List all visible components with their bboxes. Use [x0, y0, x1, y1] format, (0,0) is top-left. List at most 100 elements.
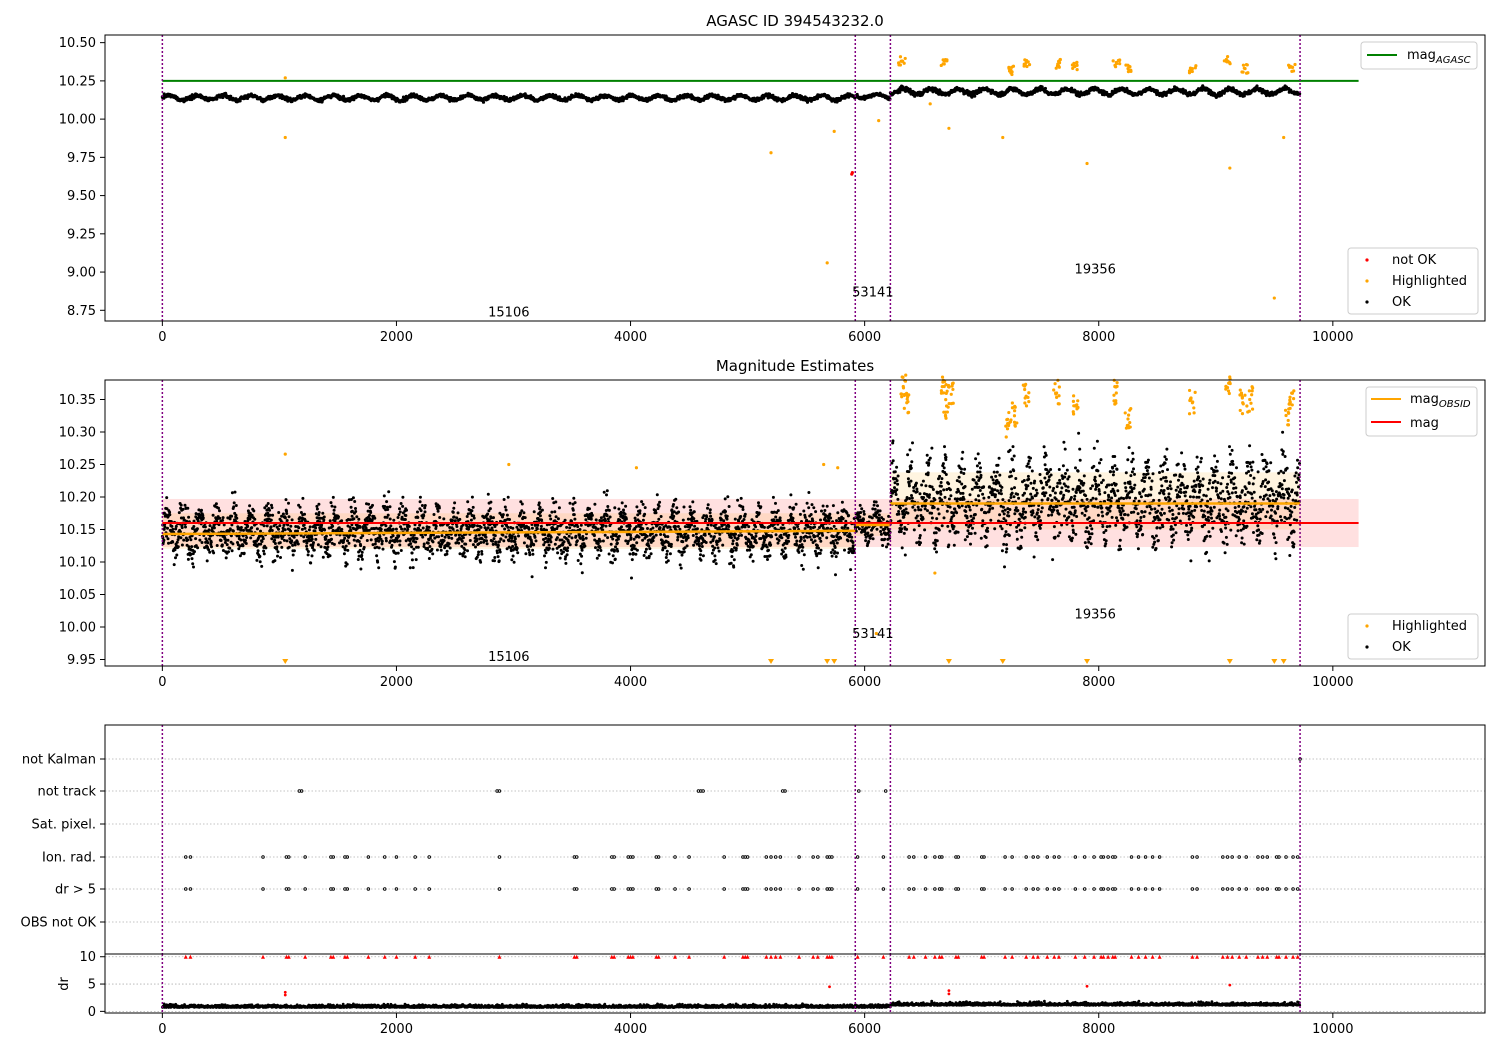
ok-point [431, 540, 435, 544]
ok-point [455, 525, 459, 528]
ok-point [1087, 91, 1091, 95]
ok-point [381, 547, 385, 551]
ok-point [493, 534, 497, 538]
ok-point [401, 495, 405, 499]
ok-point [628, 552, 632, 556]
x-tick-label: 6000 [848, 330, 881, 345]
ok-point [198, 538, 202, 542]
ok-point [234, 504, 238, 507]
ok-point [536, 523, 540, 527]
ok-point [592, 534, 596, 538]
ok-point [664, 556, 668, 559]
ok-point [437, 535, 441, 539]
ok-point [578, 533, 581, 537]
ok-point [611, 561, 614, 565]
ok-point [343, 536, 347, 540]
ok-point [399, 502, 403, 505]
ok-point [754, 541, 758, 545]
ok-point [358, 525, 362, 529]
ok-point [581, 535, 585, 538]
ok-point [411, 566, 415, 570]
ok-point [463, 555, 467, 559]
ok-point [736, 536, 740, 540]
ok-point [368, 513, 372, 517]
ok-point [624, 539, 628, 543]
ok-point [303, 512, 306, 516]
ok-point [502, 539, 506, 543]
ok-point [554, 500, 558, 504]
ok-point [397, 534, 401, 538]
ok-point [635, 548, 639, 552]
ok-point [678, 527, 682, 531]
ok-point [271, 513, 275, 517]
ok-point [186, 506, 190, 510]
ok-point [163, 525, 167, 529]
ok-point [568, 526, 572, 530]
highlighted-point [903, 56, 907, 61]
ok-point [770, 535, 774, 539]
ok-point [547, 546, 551, 550]
ok-point [727, 505, 731, 508]
ok-point [725, 514, 729, 518]
ok-point [654, 533, 658, 537]
ok-point [308, 525, 312, 529]
ok-point [171, 540, 175, 544]
ok-point [276, 535, 280, 539]
ok-point [434, 524, 438, 528]
highlighted-point [1075, 61, 1079, 65]
highlighted-point [1075, 68, 1079, 72]
ok-point [657, 504, 661, 508]
ok-point [757, 501, 760, 505]
ok-point [395, 539, 399, 543]
ok-point [699, 558, 703, 562]
ok-point [451, 527, 455, 531]
ok-point [316, 543, 320, 547]
ok-point [515, 525, 519, 529]
ok-point [278, 541, 282, 545]
ok-point [282, 538, 286, 542]
ok-point [279, 556, 282, 559]
ok-point [456, 511, 460, 515]
ok-point [481, 100, 486, 104]
ok-point [422, 514, 426, 518]
ok-point [290, 518, 294, 522]
highlighted-point [1228, 166, 1232, 170]
ok-point [699, 549, 703, 553]
ok-point [340, 527, 344, 531]
ok-point [273, 538, 277, 542]
ok-point [544, 566, 547, 570]
ok-point [261, 537, 265, 541]
ok-point [330, 504, 334, 508]
ok-point [543, 533, 547, 537]
ok-point [652, 535, 656, 539]
ok-point [616, 549, 620, 553]
ok-point [305, 544, 309, 548]
ok-point [570, 536, 574, 540]
ok-point [460, 539, 464, 543]
ok-point [644, 547, 648, 551]
ok-point [432, 513, 436, 516]
highlighted-point [943, 59, 948, 63]
legend-lower: not OK Highlighted OK [1347, 247, 1479, 315]
ok-point [373, 542, 377, 546]
ok-point [594, 518, 598, 522]
ok-point [369, 511, 373, 514]
ok-point [726, 495, 730, 499]
ok-point [447, 536, 451, 540]
ok-point [189, 538, 193, 542]
ok-point [476, 553, 480, 557]
ok-point [604, 519, 607, 523]
ok-point [233, 490, 237, 494]
ok-point [438, 516, 442, 519]
ok-point [724, 510, 727, 513]
ok-point [322, 515, 326, 519]
ok-point [207, 528, 211, 532]
ok-point [530, 575, 534, 579]
ok-point [268, 508, 271, 512]
ok-point [734, 532, 737, 536]
ok-point [774, 515, 778, 519]
ok-point [501, 513, 505, 517]
ok-point [688, 525, 692, 529]
ok-point [515, 546, 519, 550]
ok-point [385, 500, 389, 504]
